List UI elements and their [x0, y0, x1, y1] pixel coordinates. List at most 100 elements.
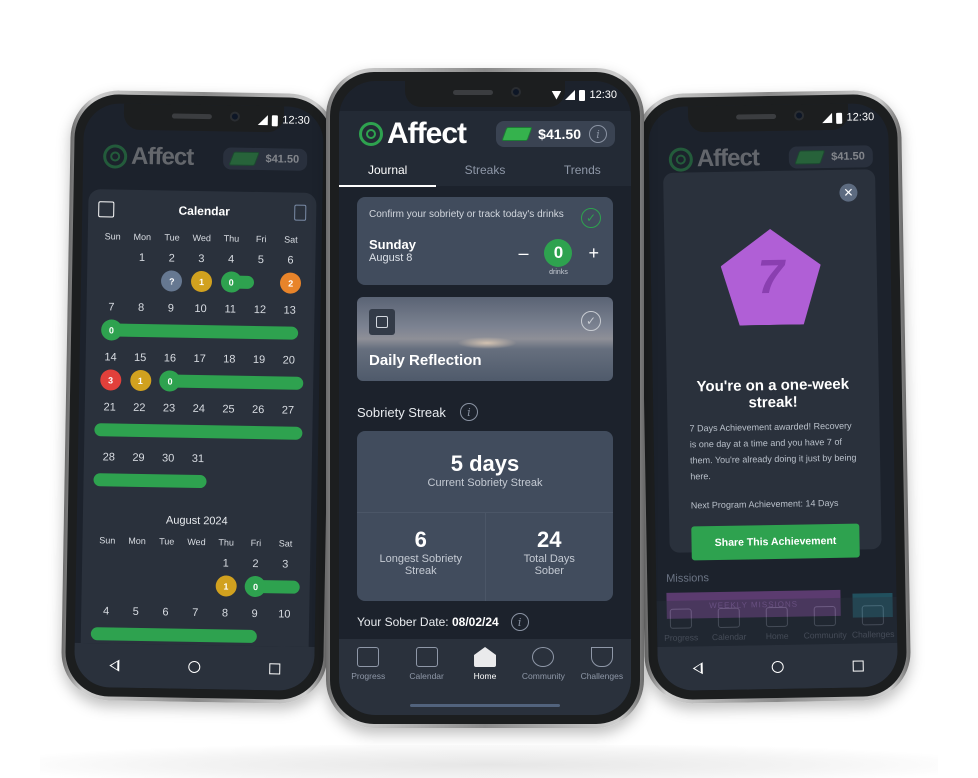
daily-reflection-card[interactable]: ✓ Daily Reflection	[357, 297, 613, 381]
calendar-day[interactable]: 30	[153, 452, 183, 465]
drinks-marker[interactable]: 0	[220, 271, 242, 293]
calendar-day[interactable]: 27	[273, 404, 303, 417]
nav-calendar[interactable]: Calendar	[705, 607, 754, 646]
home-circle-icon[interactable]	[771, 660, 784, 674]
calendar-day[interactable]: 18	[214, 353, 244, 366]
calendar-day[interactable]: 28	[94, 451, 124, 464]
nav-progress[interactable]: Progress	[657, 608, 706, 647]
bottom-nav: Progress Calendar Home Community Challen…	[339, 639, 631, 715]
drinks-marker[interactable]: 1	[190, 270, 213, 293]
calendar-day[interactable]: 8	[126, 302, 156, 315]
calendar-day[interactable]: 5	[246, 254, 276, 267]
battery-icon	[579, 89, 586, 101]
calendar-day[interactable]: 9	[156, 302, 186, 315]
calendar-day[interactable]: 23	[154, 402, 184, 415]
calendar-day[interactable]: 20	[274, 354, 304, 367]
calendar-day[interactable]: 12	[245, 304, 275, 317]
calendar-day[interactable]: 10	[269, 608, 299, 621]
calendar-day[interactable]: 6	[151, 606, 181, 619]
week-row: 123456	[97, 251, 305, 267]
share-achievement-button[interactable]: Share This Achievement	[691, 523, 860, 561]
calendar-day[interactable]: 6	[276, 254, 306, 267]
nav-home[interactable]: Home	[753, 606, 802, 646]
info-icon[interactable]: i	[510, 613, 529, 631]
calendar-day[interactable]: 22	[124, 402, 154, 415]
drinks-marker[interactable]: 1	[215, 575, 237, 597]
drinks-marker[interactable]: 2	[279, 272, 302, 294]
increment-button[interactable]: +	[588, 243, 599, 264]
close-icon[interactable]: ✕	[839, 183, 858, 202]
achievement-body: 7 Days Achievement awarded! Recovery is …	[689, 420, 857, 482]
wallet-badge[interactable]: $41.50	[223, 147, 308, 171]
calendar-day[interactable]: 13	[275, 304, 305, 317]
cash-icon	[794, 150, 826, 165]
calendar-day[interactable]: 29	[124, 452, 154, 465]
nav-challenges[interactable]: Challenges	[573, 647, 631, 715]
calendar-day[interactable]: 24	[184, 403, 214, 416]
clock: 12:30	[589, 89, 617, 101]
calendar-day[interactable]: 1	[127, 252, 157, 265]
home-circle-icon[interactable]	[187, 660, 200, 674]
calendar-day[interactable]: 15	[125, 352, 155, 365]
nav-challenges[interactable]: Challenges	[849, 605, 898, 644]
sober-date: Your Sober Date: 08/02/24 i	[357, 613, 613, 631]
home-indicator[interactable]	[410, 704, 560, 707]
calendar-day[interactable]: 4	[216, 253, 246, 266]
calendar-day[interactable]: 3	[186, 253, 216, 266]
decrement-button[interactable]: –	[518, 243, 528, 264]
check-circle-icon[interactable]: ✓	[581, 311, 601, 331]
calendar-day	[272, 454, 302, 467]
calendar-day[interactable]: 1	[211, 557, 241, 570]
calendar-day[interactable]: 2	[241, 558, 271, 571]
drinks-marker[interactable]: 1	[129, 369, 152, 392]
nav-progress[interactable]: Progress	[339, 647, 397, 715]
calendar-day[interactable]: 19	[244, 354, 274, 367]
calendar-day[interactable]: 8	[210, 607, 240, 620]
info-icon[interactable]: i	[459, 403, 478, 421]
recents-icon[interactable]	[268, 662, 280, 674]
calendar-day[interactable]: 7	[180, 607, 210, 620]
drinks-marker[interactable]: ?	[161, 270, 183, 292]
wallet-badge[interactable]: $41.50	[788, 145, 874, 169]
calendar-day[interactable]: 2	[157, 252, 187, 265]
calendar-day[interactable]: 16	[155, 352, 185, 365]
logo: Affect	[359, 117, 467, 151]
calendar-day[interactable]: 26	[243, 404, 273, 417]
check-circle-icon[interactable]: ✓	[581, 208, 601, 228]
drinks-marker[interactable]: 0	[244, 575, 267, 598]
calendar-day[interactable]: 31	[183, 453, 213, 466]
calendar-day[interactable]: 10	[186, 303, 216, 316]
calendar-day[interactable]: 9	[240, 608, 270, 621]
tab-trends[interactable]: Trends	[534, 157, 631, 186]
calendar-day[interactable]: 3	[270, 558, 300, 571]
wallet-badge[interactable]: $41.50 i	[496, 121, 615, 147]
calendar-day[interactable]: 17	[185, 353, 215, 366]
back-icon[interactable]	[692, 662, 703, 675]
calendar-icon	[415, 647, 438, 667]
info-icon[interactable]: i	[589, 125, 607, 143]
calendar-day[interactable]: 14	[96, 351, 126, 364]
drinks-marker[interactable]: 0	[100, 319, 123, 341]
calendar-icon[interactable]	[98, 201, 115, 218]
back-icon[interactable]	[108, 659, 119, 672]
calendar-day[interactable]: 21	[95, 401, 125, 414]
recents-icon[interactable]	[852, 659, 864, 672]
cash-icon	[501, 127, 533, 141]
nav-community[interactable]: Community	[801, 605, 850, 645]
calendar-day[interactable]: 7	[96, 301, 126, 314]
missions-label: Missions	[666, 572, 710, 585]
week-row: 123	[92, 555, 300, 571]
drinks-marker[interactable]: 3	[99, 369, 122, 391]
tab-streaks[interactable]: Streaks	[436, 157, 533, 186]
clipboard-icon[interactable]	[294, 204, 307, 221]
maze-logo-icon	[359, 122, 383, 146]
calendar-day[interactable]: 11	[215, 303, 245, 316]
sober-streak-bar	[101, 323, 299, 340]
calendar-day[interactable]: 4	[91, 605, 121, 618]
calendar-day	[151, 556, 181, 569]
calendar-day[interactable]: 25	[214, 403, 244, 416]
total-days-sober: 24 Total Days Sober	[523, 527, 575, 577]
drinks-marker[interactable]: 0	[159, 370, 181, 392]
calendar-day[interactable]: 5	[121, 606, 151, 619]
tab-journal[interactable]: Journal	[339, 157, 437, 187]
